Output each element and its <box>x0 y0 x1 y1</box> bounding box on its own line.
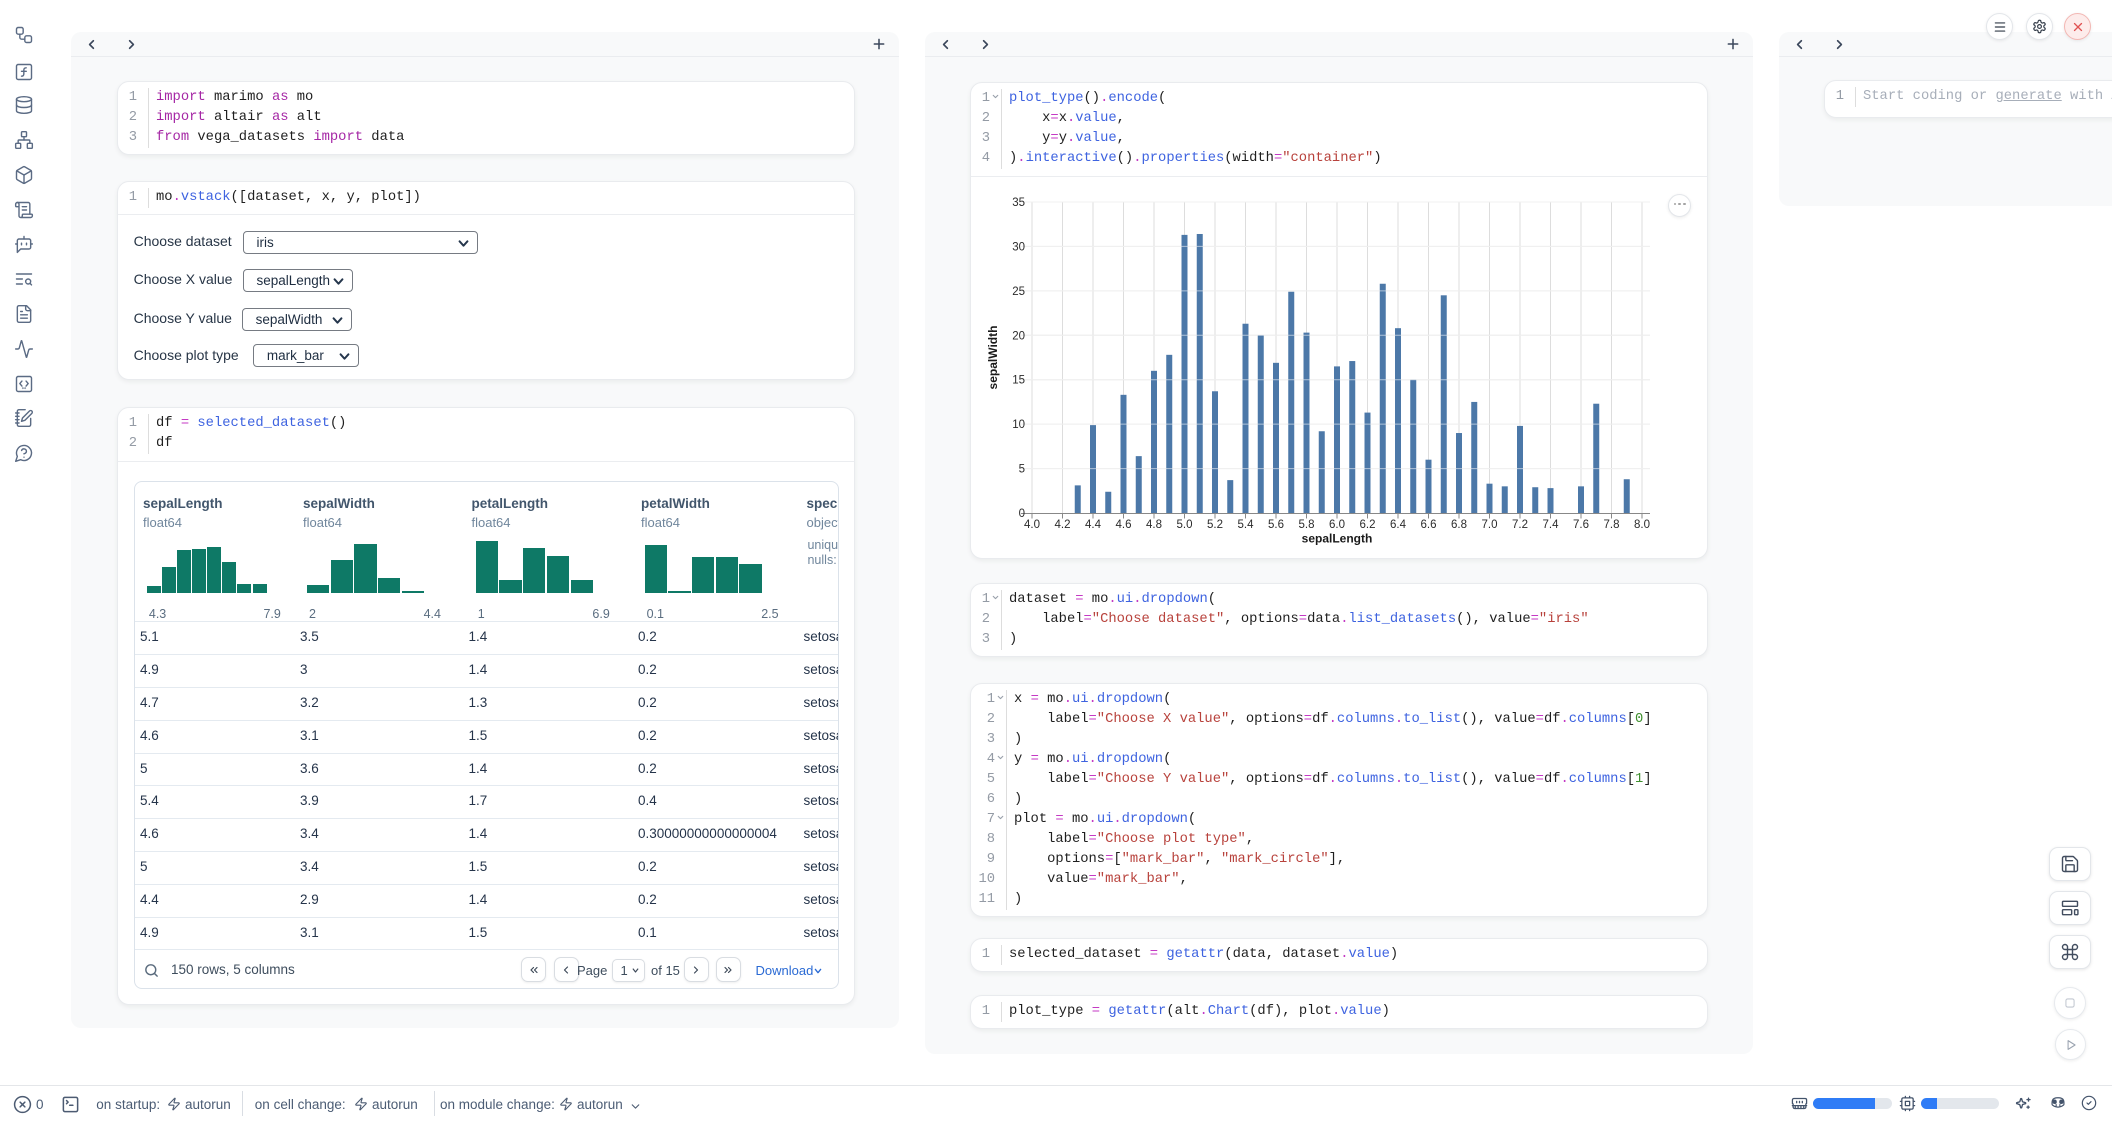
svg-text:sepalWidth: sepalWidth <box>986 326 1000 390</box>
svg-text:35: 35 <box>1012 197 1025 209</box>
svg-text:5.8: 5.8 <box>1299 519 1315 531</box>
svg-text:4.0: 4.0 <box>1024 519 1040 531</box>
svg-text:5.4: 5.4 <box>1238 519 1255 531</box>
svg-text:5.6: 5.6 <box>1268 519 1284 531</box>
svg-text:4.8: 4.8 <box>1146 519 1162 531</box>
svg-text:5: 5 <box>1019 464 1025 476</box>
svg-text:4.6: 4.6 <box>1116 519 1132 531</box>
svg-text:6.4: 6.4 <box>1390 519 1407 531</box>
svg-text:7.8: 7.8 <box>1604 519 1620 531</box>
svg-text:30: 30 <box>1012 241 1025 253</box>
svg-text:4.4: 4.4 <box>1085 519 1102 531</box>
svg-text:8.0: 8.0 <box>1634 519 1650 531</box>
svg-text:5.0: 5.0 <box>1177 519 1193 531</box>
svg-text:sepalLength: sepalLength <box>1302 532 1373 546</box>
svg-text:7.6: 7.6 <box>1573 519 1589 531</box>
svg-text:7.4: 7.4 <box>1543 519 1560 531</box>
svg-text:25: 25 <box>1012 286 1025 298</box>
svg-text:6.0: 6.0 <box>1329 519 1345 531</box>
svg-text:20: 20 <box>1012 330 1025 342</box>
svg-text:7.0: 7.0 <box>1482 519 1498 531</box>
svg-text:6.8: 6.8 <box>1451 519 1467 531</box>
svg-text:4.2: 4.2 <box>1055 519 1071 531</box>
svg-text:15: 15 <box>1012 375 1025 387</box>
svg-text:10: 10 <box>1012 419 1025 431</box>
svg-text:5.2: 5.2 <box>1207 519 1223 531</box>
svg-text:6.6: 6.6 <box>1421 519 1437 531</box>
svg-text:6.2: 6.2 <box>1360 519 1376 531</box>
svg-text:7.2: 7.2 <box>1512 519 1528 531</box>
